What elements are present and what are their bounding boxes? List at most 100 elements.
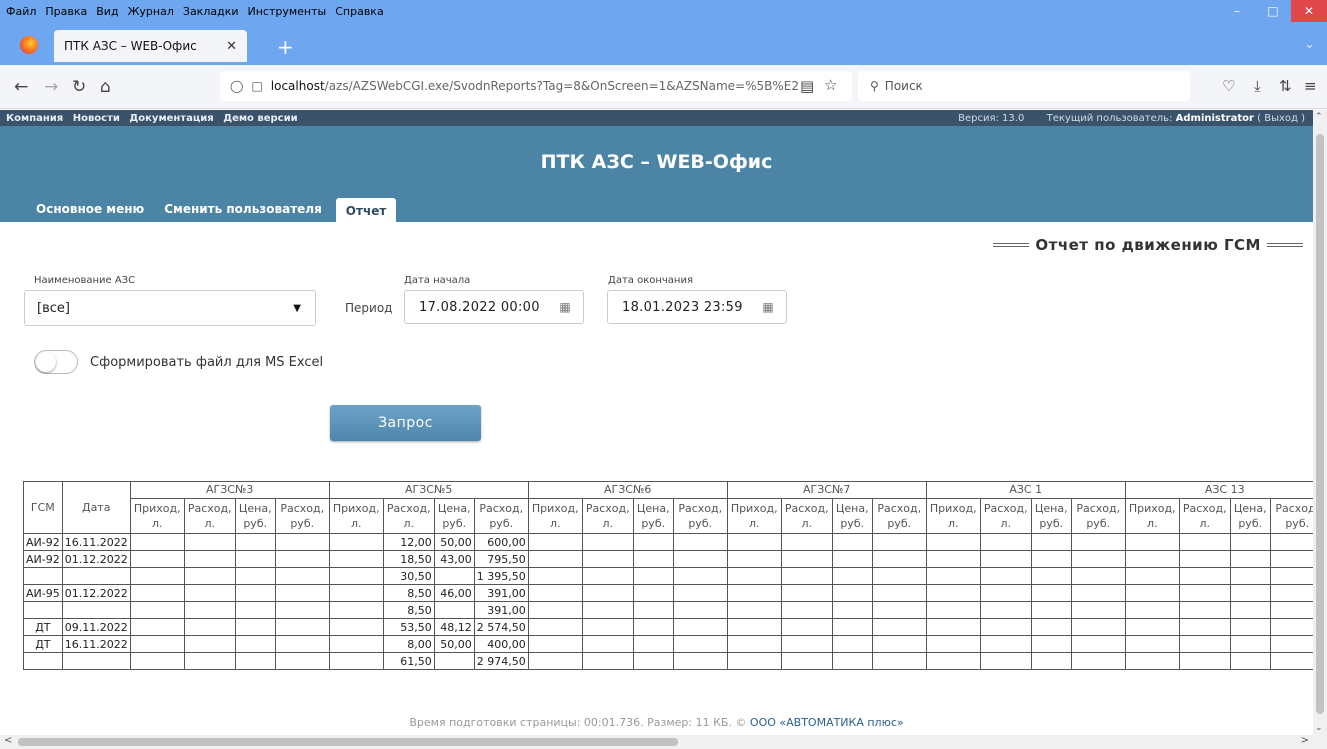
- station-header: АЗС 1: [925, 481, 1126, 499]
- scroll-up-icon[interactable]: ⌃: [1315, 112, 1323, 122]
- tab-title: ПТК АЗС – WEB-Офис: [64, 39, 197, 53]
- table-cell: [129, 567, 185, 585]
- tab-main-menu[interactable]: Основное меню: [26, 196, 154, 222]
- table-cell: [925, 550, 981, 568]
- col-header-date: Дата: [61, 481, 131, 534]
- table-cell: [831, 567, 873, 585]
- horizontal-scroll-thumb[interactable]: [18, 738, 678, 746]
- sub-col-header: Расход, л.: [581, 498, 634, 534]
- table-cell: [1070, 601, 1126, 619]
- table-cell: [871, 635, 927, 653]
- table-cell: [527, 584, 583, 602]
- back-icon[interactable]: ←: [14, 77, 28, 97]
- sub-col-header: Цена, руб.: [1229, 498, 1271, 534]
- table-cell: [234, 584, 276, 602]
- table-cell: [274, 584, 330, 602]
- cell-gsm: ДТ: [23, 618, 63, 636]
- pocket-icon[interactable]: ♡: [1222, 77, 1235, 95]
- table-cell: [672, 652, 728, 670]
- end-date-field[interactable]: 18.01.2023 23:59 ▦: [607, 290, 787, 324]
- horizontal-scrollbar[interactable]: < >: [0, 735, 1327, 749]
- calendar-icon[interactable]: ▦: [559, 300, 571, 314]
- table-cell: [871, 550, 927, 568]
- vertical-scrollbar[interactable]: ⌃ ⌄: [1313, 110, 1327, 735]
- table-cell: [183, 618, 236, 636]
- bookmark-star-icon[interactable]: ☆: [824, 76, 837, 94]
- link-demo[interactable]: Демо версии: [223, 113, 297, 124]
- menu-history[interactable]: Журнал: [128, 5, 174, 18]
- table-cell: 400,00: [473, 635, 529, 653]
- excel-toggle[interactable]: [34, 350, 78, 374]
- menu-file[interactable]: Файл: [6, 5, 36, 18]
- table-cell: [1070, 533, 1126, 551]
- link-news[interactable]: Новости: [73, 113, 120, 124]
- maximize-icon[interactable]: □: [1255, 0, 1291, 22]
- footer-org-link[interactable]: ООО «АВТОМАТИКА плюс»: [750, 716, 904, 729]
- link-company[interactable]: Компания: [6, 113, 63, 124]
- cell-date: 09.11.2022: [61, 618, 131, 636]
- tab-report[interactable]: Отчет: [335, 198, 397, 222]
- logout-link[interactable]: ( Выход ): [1257, 113, 1305, 124]
- cell-gsm: [23, 601, 63, 619]
- menu-edit[interactable]: Правка: [45, 5, 87, 18]
- table-cell: [234, 635, 276, 653]
- query-button[interactable]: Запрос: [330, 405, 481, 441]
- table-cell: 30,50: [382, 567, 435, 585]
- azs-select[interactable]: [все] ▼: [24, 290, 316, 326]
- azs-select-value: [все]: [37, 300, 70, 316]
- table-cell: [831, 652, 873, 670]
- menu-help[interactable]: Справка: [335, 5, 383, 18]
- scroll-right-icon[interactable]: >: [1301, 735, 1309, 746]
- app-title: ПТК АЗС – WEB-Офис: [540, 151, 773, 173]
- scroll-left-icon[interactable]: <: [4, 735, 12, 746]
- table-cell: [925, 652, 981, 670]
- browser-tab[interactable]: ПТК АЗС – WEB-Офис ✕: [54, 30, 247, 62]
- reader-view-icon[interactable]: ▤: [800, 77, 814, 95]
- menu-view[interactable]: Вид: [96, 5, 118, 18]
- link-documentation[interactable]: Документация: [129, 113, 213, 124]
- search-input[interactable]: ⚲ Поиск: [858, 71, 1190, 101]
- close-window-icon[interactable]: ✕: [1291, 0, 1327, 22]
- table-cell: [328, 567, 384, 585]
- table-cell: [726, 533, 782, 551]
- station-header: АГЗС№6: [527, 481, 728, 499]
- table-cell: [129, 584, 185, 602]
- tab-close-icon[interactable]: ✕: [226, 39, 237, 54]
- table-cell: 2 574,50: [473, 618, 529, 636]
- extensions-icon[interactable]: ⇅: [1279, 77, 1292, 95]
- table-cell: [581, 635, 634, 653]
- cell-gsm: [23, 652, 63, 670]
- scroll-down-icon[interactable]: ⌄: [1315, 723, 1323, 733]
- cell-gsm: АИ-92: [23, 550, 63, 568]
- start-date-field[interactable]: 17.08.2022 00:00 ▦: [404, 290, 584, 324]
- forward-icon[interactable]: →: [44, 77, 58, 97]
- hamburger-menu-icon[interactable]: ≡: [1304, 77, 1317, 95]
- search-icon: ⚲: [870, 79, 879, 93]
- menu-bookmarks[interactable]: Закладки: [183, 5, 239, 18]
- menu-tools[interactable]: Инструменты: [248, 5, 327, 18]
- sub-col-header: Приход, л.: [726, 498, 782, 534]
- home-icon[interactable]: ⌂: [100, 77, 111, 97]
- table-cell: 46,00: [433, 584, 475, 602]
- table-cell: [831, 618, 873, 636]
- url-bar[interactable]: ◯ □ localhost /azs/AZSWebCGI.exe/SvodnRe…: [220, 71, 852, 101]
- calendar-icon[interactable]: ▦: [762, 300, 774, 314]
- table-cell: [1178, 635, 1231, 653]
- app-top-strip: Компания Новости Документация Демо верси…: [0, 110, 1313, 126]
- table-cell: [1070, 550, 1126, 568]
- table-cell: [780, 584, 833, 602]
- reload-icon[interactable]: ↻: [72, 77, 86, 97]
- tab-change-user[interactable]: Сменить пользователя: [154, 196, 332, 222]
- excel-toggle-label: Сформировать файл для MS Excel: [90, 355, 324, 370]
- tab-list-chevron-icon[interactable]: ⌄: [1304, 37, 1315, 52]
- minimize-icon[interactable]: –: [1219, 0, 1255, 22]
- sub-col-header: Цена, руб.: [632, 498, 674, 534]
- table-cell: 50,00: [433, 635, 475, 653]
- table-cell: [925, 567, 981, 585]
- browser-menubar: Файл Правка Вид Журнал Закладки Инструме…: [0, 0, 1327, 22]
- downloads-icon[interactable]: ⤓: [1254, 77, 1261, 95]
- table-cell: [672, 584, 728, 602]
- new-tab-icon[interactable]: +: [277, 35, 294, 59]
- station-header: АЗС 13: [1124, 481, 1325, 499]
- vertical-scroll-thumb[interactable]: [1316, 134, 1324, 714]
